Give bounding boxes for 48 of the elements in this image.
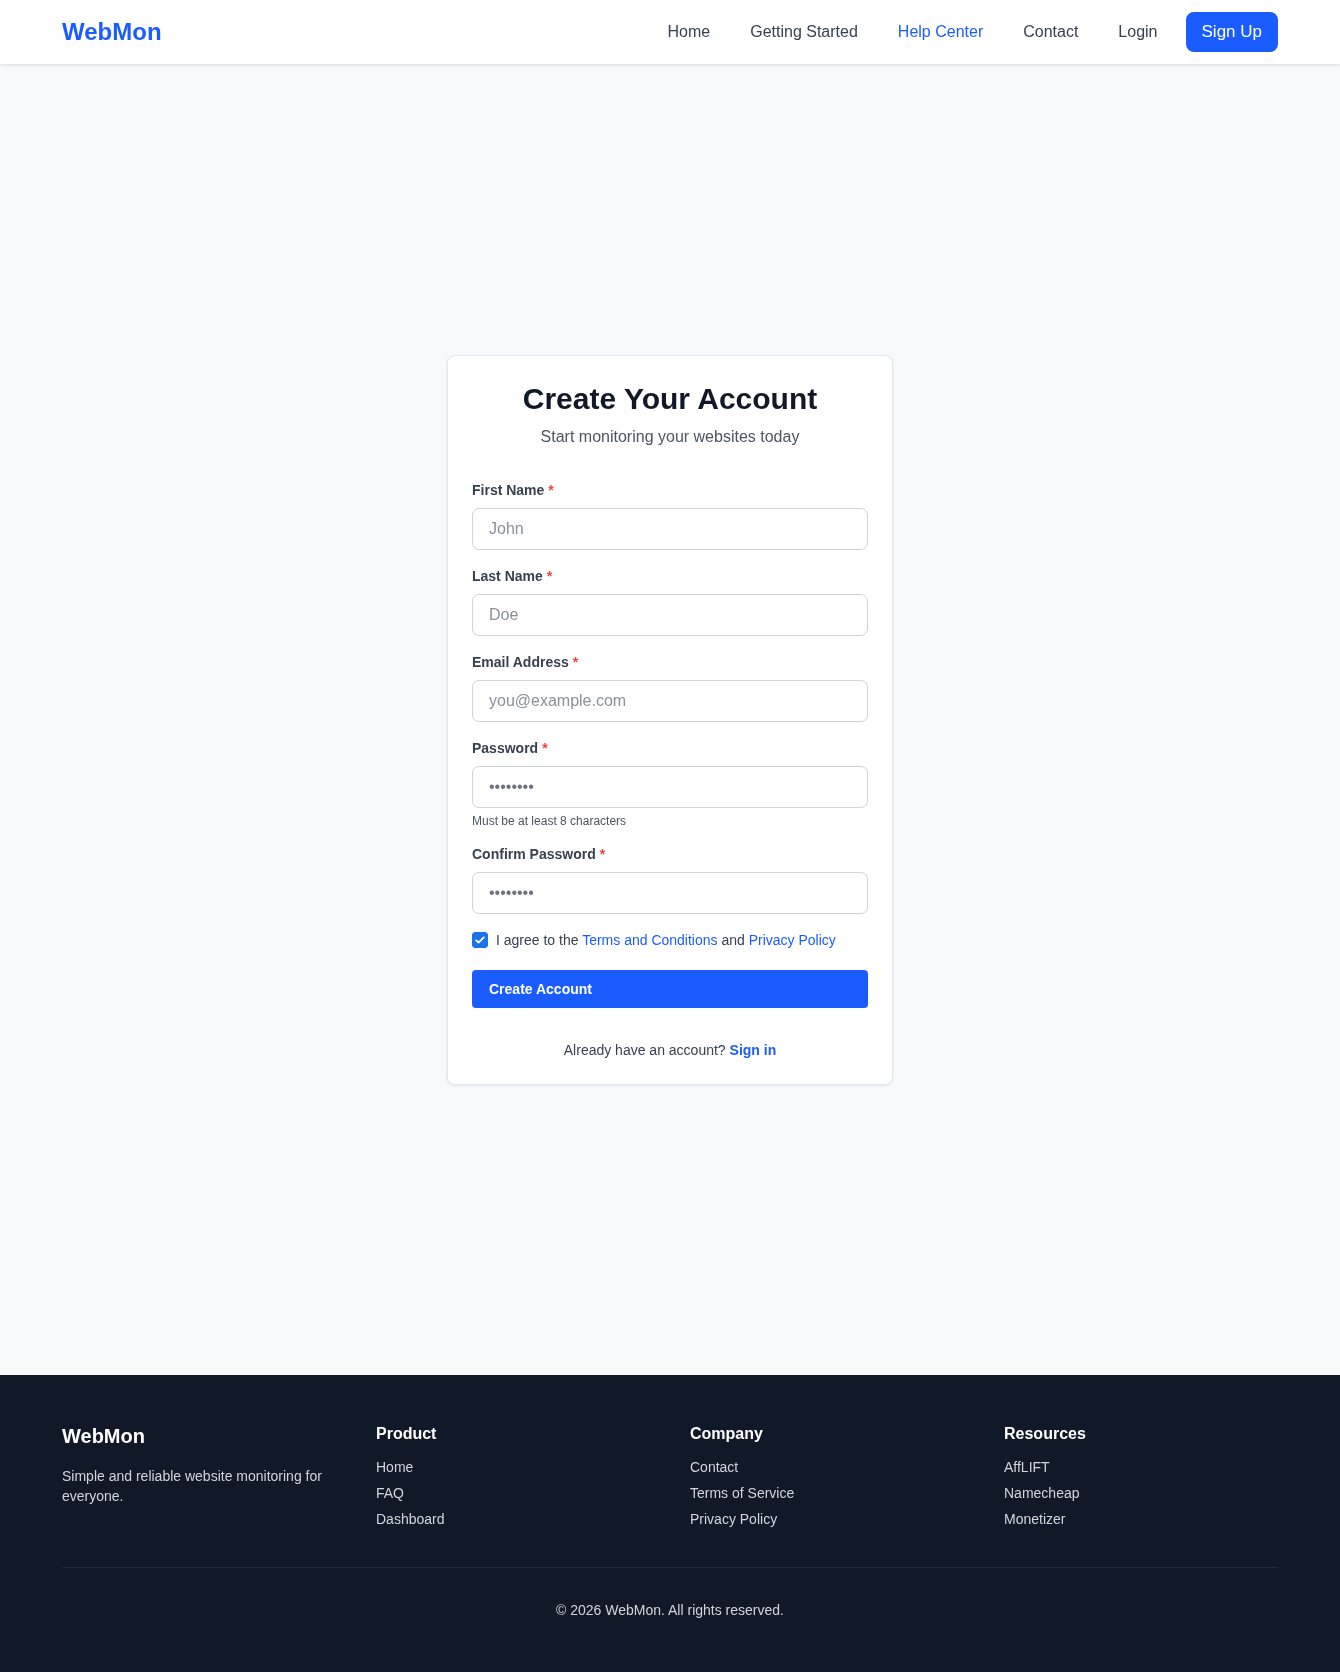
field-label: Email Address * [472,653,580,670]
input-field[interactable]: •••••••• [472,871,868,914]
footer-logo: WebMon [62,1425,146,1448]
nav-link[interactable]: Home [667,23,711,41]
nav-link[interactable]: Login [1118,23,1158,41]
input-field[interactable]: John [472,507,868,550]
agree-checkbox[interactable] [472,931,488,948]
footer-heading: Resources [1004,1425,1087,1443]
input-field[interactable]: Doe [472,593,868,636]
field-hint: Must be at least 8 characters [472,813,628,828]
agreement-text: I agree to the Terms and Conditions and Privacy Policy [496,931,836,948]
footer-link[interactable]: Terms of Service [690,1485,964,1501]
field-label: Password * [472,739,549,756]
signin-prompt: Already have an account? Sign in [562,1041,778,1058]
form-subtitle: Start monitoring your websites today [539,427,801,446]
footer-link[interactable]: Home [376,1459,650,1475]
required-asterisk: * [548,481,554,498]
sign-in-link[interactable]: Sign in [729,1041,777,1058]
sign-up-button[interactable]: Sign Up [1185,12,1278,52]
logo[interactable]: WebMon [62,18,162,46]
field-label: Last Name * [472,567,554,584]
footer-link[interactable]: Dashboard [376,1511,650,1527]
footer-tagline: Simple and reliable website monitoring for everyone. [62,1467,323,1506]
copyright-text: © 2026 WebMon. All rights reserved. [555,1602,785,1618]
footer-link[interactable]: Monetizer [1004,1511,1278,1527]
input-field[interactable]: •••••••• [472,765,868,808]
footer-link[interactable]: FAQ [376,1485,650,1501]
footer-link[interactable]: AffLIFT [1004,1459,1278,1475]
footer-heading: Company [690,1425,764,1443]
footer-link[interactable]: Contact [690,1459,964,1475]
footer-heading: Product [376,1425,438,1443]
required-asterisk: * [572,653,579,670]
footer-link[interactable]: Privacy Policy [690,1511,964,1527]
privacy-link[interactable]: Privacy Policy [748,931,836,948]
required-asterisk: * [546,567,553,584]
form-title: Create Your Account [521,381,819,416]
terms-link[interactable]: Terms and Conditions [582,931,718,948]
create-account-button[interactable]: Create Account [472,969,868,1008]
nav-link[interactable]: Getting Started [750,23,858,41]
input-field[interactable]: you@example.com [472,679,868,722]
checkmark-icon [474,933,486,946]
required-asterisk: * [542,739,548,756]
field-label: Confirm Password * [472,845,607,862]
field-label: First Name * [472,481,555,498]
nav-link[interactable]: Contact [1023,23,1079,41]
footer-link[interactable]: Namecheap [1004,1485,1278,1501]
nav-link[interactable]: Help Center [897,23,984,41]
required-asterisk: * [599,845,606,862]
